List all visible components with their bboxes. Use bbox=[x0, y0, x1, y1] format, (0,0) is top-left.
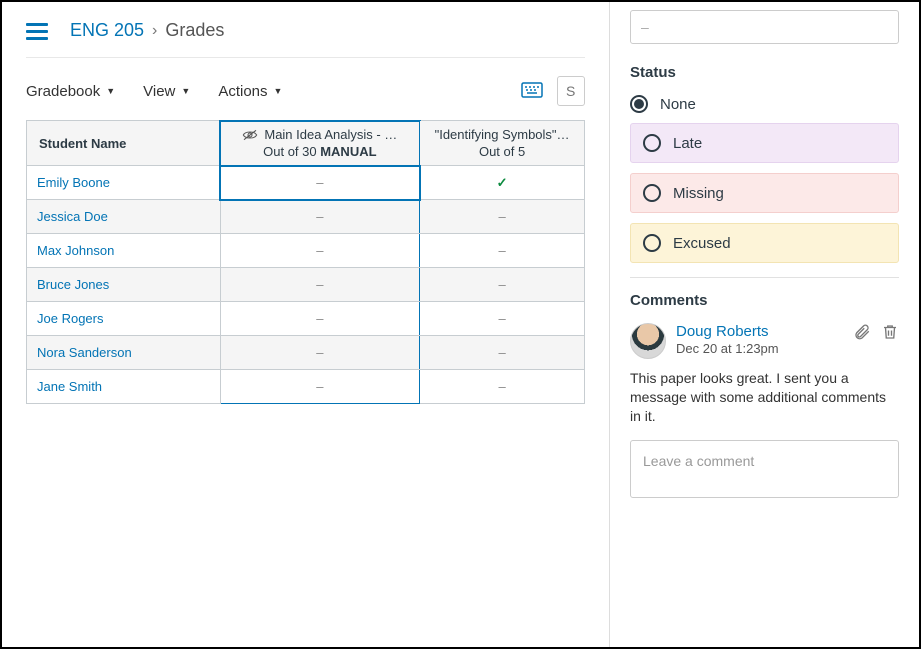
student-link[interactable]: Nora Sanderson bbox=[37, 345, 132, 360]
caret-down-icon: ▼ bbox=[106, 86, 115, 96]
status-option-none-label: None bbox=[660, 96, 696, 113]
radio-icon bbox=[643, 134, 661, 152]
hidden-eye-icon bbox=[242, 129, 258, 141]
breadcrumb-course-link[interactable]: ENG 205 bbox=[70, 20, 144, 41]
actions-menu-label: Actions bbox=[218, 83, 267, 100]
grade-cell[interactable]: – bbox=[220, 166, 420, 200]
avatar bbox=[630, 323, 666, 359]
actions-menu-button[interactable]: Actions ▼ bbox=[218, 83, 282, 100]
table-row: Nora Sanderson –– bbox=[27, 336, 585, 370]
checkmark-icon: ✓ bbox=[497, 175, 508, 190]
table-row: Jane Smith –– bbox=[27, 370, 585, 404]
comment-meta: Doug Roberts Dec 20 at 1:23pm bbox=[676, 323, 779, 356]
student-link[interactable]: Jessica Doe bbox=[37, 209, 108, 224]
status-option-none[interactable]: None bbox=[630, 95, 899, 113]
grade-cell[interactable]: – bbox=[220, 200, 420, 234]
comment-timestamp: Dec 20 at 1:23pm bbox=[676, 341, 779, 356]
grade-cell[interactable]: – bbox=[220, 370, 420, 404]
column-header-student[interactable]: Student Name bbox=[27, 121, 221, 166]
breadcrumb-current: Grades bbox=[165, 20, 224, 41]
table-row: Emily Boone – ✓ bbox=[27, 166, 585, 200]
table-row: Max Johnson –– bbox=[27, 234, 585, 268]
grade-cell[interactable]: – bbox=[220, 268, 420, 302]
status-option-missing-label: Missing bbox=[673, 185, 724, 202]
table-row: Joe Rogers –– bbox=[27, 302, 585, 336]
comments-section-title: Comments bbox=[630, 292, 899, 309]
keyboard-shortcuts-icon[interactable] bbox=[521, 82, 543, 101]
radio-icon bbox=[643, 184, 661, 202]
breadcrumb-separator: › bbox=[152, 22, 157, 40]
grade-cell[interactable]: – bbox=[420, 234, 585, 268]
student-link[interactable]: Jane Smith bbox=[37, 379, 102, 394]
view-menu-label: View bbox=[143, 83, 175, 100]
student-link[interactable]: Bruce Jones bbox=[37, 277, 109, 292]
grade-cell[interactable]: ✓ bbox=[420, 166, 585, 200]
status-option-late[interactable]: Late bbox=[630, 123, 899, 163]
student-link[interactable]: Emily Boone bbox=[37, 175, 110, 190]
student-name-cell: Emily Boone bbox=[27, 166, 221, 200]
student-name-cell: Jane Smith bbox=[27, 370, 221, 404]
caret-down-icon: ▼ bbox=[181, 86, 190, 96]
hamburger-menu-icon[interactable] bbox=[26, 23, 48, 39]
gradebook-menu-button[interactable]: Gradebook ▼ bbox=[26, 83, 115, 100]
student-link[interactable]: Max Johnson bbox=[37, 243, 114, 258]
status-option-excused[interactable]: Excused bbox=[630, 223, 899, 263]
column-header-assignment-2[interactable]: "Identifying Symbols"… Out of 5 bbox=[420, 121, 585, 166]
assignment-1-manual: MANUAL bbox=[320, 144, 376, 159]
grade-input[interactable]: – bbox=[630, 10, 899, 44]
assignment-1-title: Main Idea Analysis - … bbox=[264, 127, 397, 142]
divider bbox=[630, 277, 899, 278]
search-input[interactable] bbox=[557, 76, 585, 106]
status-option-late-label: Late bbox=[673, 135, 702, 152]
grade-cell[interactable]: – bbox=[220, 234, 420, 268]
column-header-student-label: Student Name bbox=[39, 136, 126, 151]
grade-cell[interactable]: – bbox=[420, 370, 585, 404]
gradebook-menu-label: Gradebook bbox=[26, 83, 100, 100]
student-name-cell: Bruce Jones bbox=[27, 268, 221, 302]
grades-table: Student Name Main Idea Analysis - … Out … bbox=[26, 120, 585, 404]
student-name-cell: Joe Rogers bbox=[27, 302, 221, 336]
assignment-1-outof: Out of 30 bbox=[263, 144, 320, 159]
radio-icon bbox=[643, 234, 661, 252]
assignment-2-title: "Identifying Symbols"… bbox=[435, 127, 570, 142]
grade-detail-tray: – Status None Late Missing Excused Comme… bbox=[609, 2, 919, 647]
student-name-cell: Nora Sanderson bbox=[27, 336, 221, 370]
trash-icon[interactable] bbox=[881, 323, 899, 341]
comment-text: This paper looks great. I sent you a mes… bbox=[630, 369, 899, 426]
breadcrumb: ENG 205 › Grades bbox=[2, 2, 609, 57]
caret-down-icon: ▼ bbox=[274, 86, 283, 96]
comment-input[interactable] bbox=[630, 440, 899, 498]
grade-cell[interactable]: – bbox=[420, 336, 585, 370]
grade-cell[interactable]: – bbox=[420, 268, 585, 302]
table-row: Bruce Jones –– bbox=[27, 268, 585, 302]
radio-icon bbox=[630, 95, 648, 113]
student-name-cell: Jessica Doe bbox=[27, 200, 221, 234]
status-section-title: Status bbox=[630, 64, 899, 81]
status-option-missing[interactable]: Missing bbox=[630, 173, 899, 213]
view-menu-button[interactable]: View ▼ bbox=[143, 83, 190, 100]
student-name-cell: Max Johnson bbox=[27, 234, 221, 268]
grade-cell[interactable]: – bbox=[420, 200, 585, 234]
status-option-excused-label: Excused bbox=[673, 235, 731, 252]
grade-cell[interactable]: – bbox=[220, 302, 420, 336]
column-header-assignment-1[interactable]: Main Idea Analysis - … Out of 30 MANUAL bbox=[220, 121, 420, 166]
assignment-2-outof: Out of 5 bbox=[428, 144, 576, 159]
grade-cell[interactable]: – bbox=[220, 336, 420, 370]
comment-author-link[interactable]: Doug Roberts bbox=[676, 323, 769, 340]
table-row: Jessica Doe –– bbox=[27, 200, 585, 234]
student-link[interactable]: Joe Rogers bbox=[37, 311, 103, 326]
grade-cell[interactable]: – bbox=[420, 302, 585, 336]
attachment-icon[interactable] bbox=[853, 323, 871, 341]
